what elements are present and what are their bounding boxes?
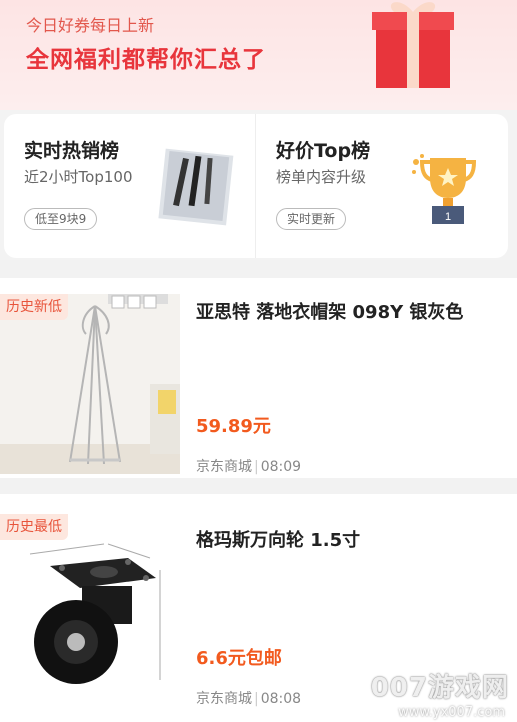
- caster-wheel-image-icon: [0, 514, 180, 694]
- top-deals-card[interactable]: 好价Top榜 榜单内容升级 实时更新 1: [256, 114, 506, 258]
- watermark-url: www.yx007.com: [398, 705, 505, 720]
- top-deals-desc: 榜单内容升级: [276, 168, 367, 186]
- meta-separator: |: [254, 459, 259, 475]
- coat-rack-image-icon: [0, 294, 180, 474]
- trophy-number: 1: [445, 211, 451, 223]
- product-price: 59.89元: [196, 416, 271, 437]
- promo-banner[interactable]: 今日好券每日上新 全网福利都帮你汇总了: [0, 0, 517, 110]
- top-deals-pill: 实时更新: [276, 208, 347, 230]
- rank-cards: 实时热销榜 近2小时Top100 低至9块9 好价Top榜 榜单内容升级 实时更…: [0, 110, 517, 260]
- meta-separator: |: [254, 691, 259, 707]
- store-name: 京东商城: [196, 459, 252, 475]
- product-thumbnail-icon: [158, 148, 234, 226]
- post-time: 08:08: [260, 691, 302, 707]
- hot-sales-title: 实时热销榜: [24, 140, 120, 162]
- product-meta: 京东商城 | 08:08: [196, 688, 301, 708]
- post-time: 08:09: [260, 459, 302, 475]
- product-price: 6.6元包邮: [196, 648, 282, 669]
- product-image: 历史最低: [0, 514, 180, 694]
- product-title: 亚思特 落地衣帽架 098Y 银灰色: [196, 302, 464, 323]
- watermark-brand: 007游戏网: [370, 673, 509, 703]
- page: 今日好券每日上新 全网福利都帮你汇总了 实时热销榜 近2小时Top100 低至9…: [0, 0, 517, 722]
- hot-sales-card[interactable]: 实时热销榜 近2小时Top100 低至9块9: [4, 114, 254, 258]
- top-deals-title: 好价Top榜: [276, 140, 371, 162]
- hot-sales-pill: 低至9块9: [24, 208, 98, 230]
- price-badge: 历史新低: [0, 294, 68, 320]
- list-item[interactable]: 历史新低 亚思特 落地衣帽架 098Y 银灰色 59.89元 京东商城 | 08:0…: [0, 278, 517, 478]
- trophy-icon: 1: [412, 154, 477, 224]
- price-badge: 历史最低: [0, 514, 68, 540]
- product-image: 历史新低: [0, 294, 180, 474]
- gift-box-icon: [372, 2, 454, 88]
- product-meta: 京东商城 | 08:09: [196, 456, 301, 476]
- product-title: 格玛斯万向轮 1.5寸: [196, 530, 361, 551]
- store-name: 京东商城: [196, 691, 252, 707]
- hot-sales-desc: 近2小时Top100: [24, 168, 133, 186]
- rank-cards-panel: 实时热销榜 近2小时Top100 低至9块9 好价Top榜 榜单内容升级 实时更…: [4, 114, 508, 258]
- banner-title: 全网福利都帮你汇总了: [26, 47, 266, 73]
- banner-subtitle: 今日好券每日上新: [26, 16, 155, 35]
